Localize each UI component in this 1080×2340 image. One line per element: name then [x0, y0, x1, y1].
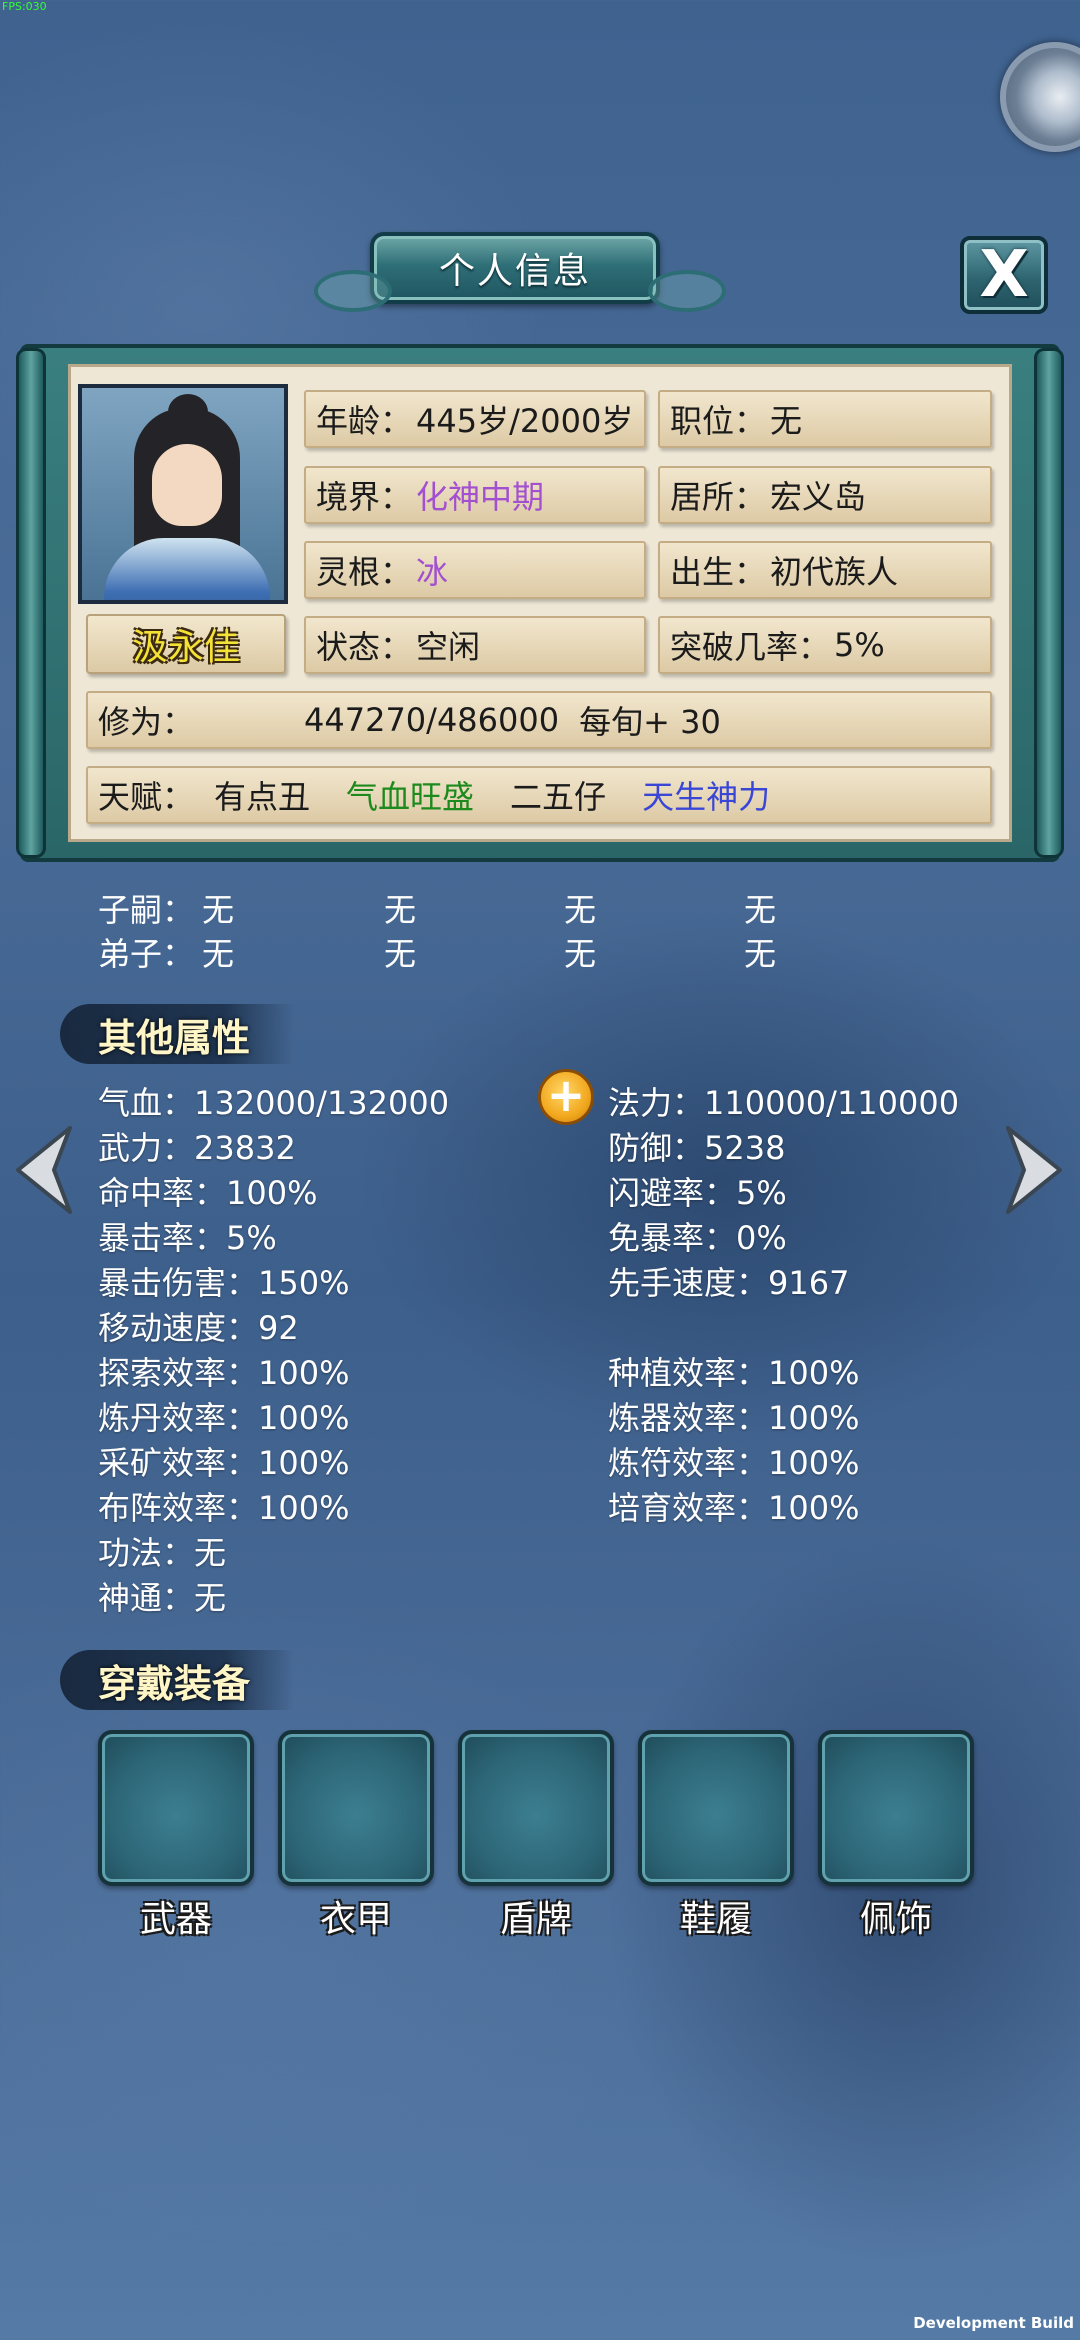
name-plate: 汲永佳	[86, 614, 286, 674]
residence-value: 宏义岛	[770, 478, 867, 516]
attr-crit-damage: 暴击伤害：150%	[98, 1264, 350, 1302]
realm-value: 化神中期	[416, 478, 545, 516]
prev-character-arrow-icon[interactable]	[14, 1124, 72, 1216]
position-value: 无	[770, 402, 803, 440]
character-name: 汲永佳	[131, 627, 240, 668]
attr-breeding: 培育效率：100%	[608, 1489, 860, 1527]
equip-label-accessory: 佩饰	[859, 1899, 932, 1940]
plus-icon: +	[546, 1068, 586, 1122]
cultivation-field: 修为： 447270/486000 每旬+ 30	[86, 691, 992, 749]
talent-item: 天生神力	[642, 778, 771, 816]
realm-field: 境界： 化神中期	[304, 466, 646, 524]
attr-attack: 武力：23832	[98, 1129, 296, 1167]
residence-field: 居所： 宏义岛	[658, 466, 992, 524]
add-attribute-button[interactable]: +	[538, 1069, 594, 1125]
disciple-slot: 无	[384, 935, 417, 973]
position-field: 职位：无	[658, 390, 992, 448]
equip-label-shield: 盾牌	[499, 1899, 572, 1940]
disciple-slot: 无	[744, 935, 777, 973]
equip-slot-weapon[interactable]	[98, 1730, 254, 1886]
equip-slot-shoes[interactable]	[638, 1730, 794, 1886]
equip-slot-shield[interactable]	[458, 1730, 614, 1886]
attr-initiative: 先手速度：9167	[608, 1264, 850, 1302]
disciple-slot: 无	[202, 935, 235, 973]
attr-crit: 暴击率：5%	[98, 1219, 277, 1257]
equipment-header: 穿戴装备	[60, 1650, 295, 1710]
attr-talisman: 炼符效率：100%	[608, 1444, 860, 1482]
attr-hp: 气血：132000/132000	[98, 1084, 450, 1122]
equip-label-armor: 衣甲	[319, 1899, 392, 1940]
title-banner: 个人信息	[314, 232, 726, 312]
equip-slot-armor[interactable]	[278, 1730, 434, 1886]
birth-field: 出生： 初代族人	[658, 541, 992, 599]
attr-mining: 采矿效率：100%	[98, 1444, 350, 1482]
talent-field: 天赋： 有点丑 气血旺盛 二五仔 天生神力	[86, 766, 992, 824]
attr-mp: 法力：110000/110000	[608, 1084, 960, 1122]
attr-crit-resist: 免暴率：0%	[608, 1219, 787, 1257]
corner-menu-orb[interactable]	[1000, 42, 1080, 152]
page-title: 个人信息	[438, 251, 591, 292]
scroll-rod-left	[16, 348, 46, 858]
attr-hit: 命中率：100%	[98, 1174, 318, 1212]
status-field: 状态： 空闲	[304, 616, 646, 674]
talent-item: 有点丑	[214, 778, 311, 816]
cultivation-rate: 每旬+ 30	[579, 703, 721, 741]
spirit-root-value: 冰	[416, 553, 449, 591]
close-button[interactable]: X	[960, 236, 1048, 314]
other-attrs-header: 其他属性	[60, 1004, 295, 1064]
birth-value: 初代族人	[770, 553, 899, 591]
breakthrough-value: 5%	[834, 626, 885, 664]
heir-slot: 无	[202, 891, 235, 929]
heir-slot: 无	[744, 891, 777, 929]
equip-label-shoes: 鞋履	[679, 1899, 752, 1940]
talent-item: 二五仔	[510, 778, 607, 816]
heir-slot: 无	[564, 891, 597, 929]
disciple-slot: 无	[564, 935, 597, 973]
development-build-label: Development Build	[913, 2314, 1074, 2332]
age-value: 445岁/2000岁	[416, 402, 634, 440]
attr-plant: 种植效率：100%	[608, 1354, 860, 1392]
talent-item: 气血旺盛	[346, 778, 475, 816]
attr-defense: 防御：5238	[608, 1129, 786, 1167]
equip-slot-accessory[interactable]	[818, 1730, 974, 1886]
attr-technique: 功法：无	[98, 1534, 227, 1572]
age-field: 年龄： 445岁/2000岁	[304, 390, 646, 448]
attr-alchemy: 炼丹效率：100%	[98, 1399, 350, 1437]
spirit-root-field: 灵根：冰	[304, 541, 646, 599]
attr-forge: 炼器效率：100%	[608, 1399, 860, 1437]
attr-supernatural: 神通：无	[98, 1579, 227, 1617]
scroll-rod-right	[1034, 348, 1064, 858]
attr-explore: 探索效率：100%	[98, 1354, 350, 1392]
attr-move-speed: 移动速度：92	[98, 1309, 299, 1347]
cultivation-value: 447270/486000	[304, 701, 560, 739]
fps-counter: FPS:030	[2, 0, 47, 13]
heir-slot: 无	[384, 891, 417, 929]
status-value: 空闲	[416, 628, 481, 666]
breakthrough-field: 突破几率： 5%	[658, 616, 992, 674]
next-character-arrow-icon[interactable]	[1006, 1124, 1064, 1216]
close-icon: X	[979, 238, 1029, 312]
character-portrait	[78, 384, 288, 604]
section-title: 穿戴装备	[98, 1661, 251, 1706]
equip-label-weapon: 武器	[139, 1899, 212, 1940]
attr-formation: 布阵效率：100%	[98, 1489, 350, 1527]
section-title: 其他属性	[98, 1015, 251, 1060]
attr-dodge: 闪避率：5%	[608, 1174, 787, 1212]
